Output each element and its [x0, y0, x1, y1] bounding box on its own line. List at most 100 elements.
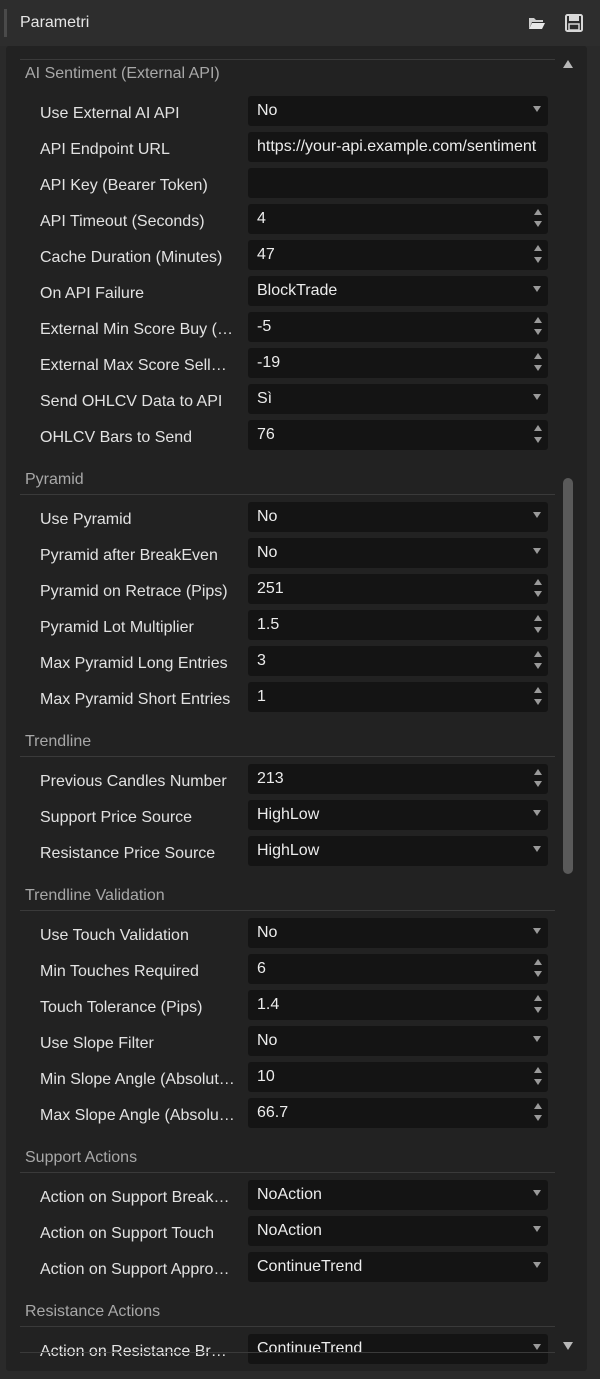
- parameter-dropdown[interactable]: No: [248, 538, 548, 568]
- chevron-down-icon[interactable]: [533, 1036, 541, 1042]
- parameter-number-input[interactable]: 251: [248, 574, 548, 604]
- chevron-down-icon[interactable]: [533, 512, 541, 518]
- parameter-value: 76: [257, 426, 275, 443]
- chevron-down-icon[interactable]: [533, 1262, 541, 1268]
- parameter-value: No: [257, 1032, 278, 1049]
- parameter-text-input[interactable]: https://your-api.example.com/sentiment: [248, 132, 548, 162]
- increment-icon[interactable]: [534, 353, 542, 359]
- decrement-icon[interactable]: [534, 365, 542, 371]
- decrement-icon[interactable]: [534, 627, 542, 633]
- spinner-arrows-icon[interactable]: [534, 317, 542, 337]
- chevron-down-icon[interactable]: [533, 846, 541, 852]
- decrement-icon[interactable]: [534, 1115, 542, 1121]
- spinner-arrows-icon[interactable]: [534, 209, 542, 229]
- parameter-dropdown[interactable]: HighLow: [248, 836, 548, 866]
- spinner-arrows-icon[interactable]: [534, 995, 542, 1015]
- section-divider: [20, 59, 555, 60]
- spinner-arrows-icon[interactable]: [534, 579, 542, 599]
- parameter-label: Cache Duration (Minutes): [40, 249, 223, 266]
- parameter-number-input[interactable]: 213: [248, 764, 548, 794]
- increment-icon[interactable]: [534, 615, 542, 621]
- parameter-dropdown[interactable]: ContinueTrend: [248, 1334, 548, 1364]
- scroll-down-icon[interactable]: [563, 1342, 573, 1350]
- chevron-down-icon[interactable]: [533, 394, 541, 400]
- increment-icon[interactable]: [534, 209, 542, 215]
- parameter-value: No: [257, 102, 278, 119]
- spinner-arrows-icon[interactable]: [534, 425, 542, 445]
- parameter-label: Pyramid on Retrace (Pips): [40, 583, 228, 600]
- chevron-down-icon[interactable]: [533, 1226, 541, 1232]
- decrement-icon[interactable]: [534, 591, 542, 597]
- parameter-dropdown[interactable]: NoAction: [248, 1216, 548, 1246]
- chevron-down-icon[interactable]: [533, 286, 541, 292]
- spinner-arrows-icon[interactable]: [534, 615, 542, 635]
- decrement-icon[interactable]: [534, 221, 542, 227]
- folder-open-icon[interactable]: [528, 14, 546, 32]
- chevron-down-icon[interactable]: [533, 810, 541, 816]
- decrement-icon[interactable]: [534, 781, 542, 787]
- drag-grip[interactable]: [4, 9, 7, 37]
- parameter-value: 6: [257, 960, 266, 977]
- decrement-icon[interactable]: [534, 437, 542, 443]
- parameter-number-input[interactable]: 6: [248, 954, 548, 984]
- increment-icon[interactable]: [534, 687, 542, 693]
- parameter-dropdown[interactable]: No: [248, 1026, 548, 1056]
- chevron-down-icon[interactable]: [533, 1190, 541, 1196]
- increment-icon[interactable]: [534, 651, 542, 657]
- parameter-label: Send OHLCV Data to API: [40, 393, 223, 410]
- spinner-arrows-icon[interactable]: [534, 353, 542, 373]
- parameter-dropdown[interactable]: No: [248, 502, 548, 532]
- spinner-arrows-icon[interactable]: [534, 1067, 542, 1087]
- parameter-dropdown[interactable]: No: [248, 96, 548, 126]
- parameter-dropdown[interactable]: Sì: [248, 384, 548, 414]
- parameter-number-input[interactable]: -5: [248, 312, 548, 342]
- chevron-down-icon[interactable]: [533, 106, 541, 112]
- increment-icon[interactable]: [534, 317, 542, 323]
- spinner-arrows-icon[interactable]: [534, 959, 542, 979]
- spinner-arrows-icon[interactable]: [534, 769, 542, 789]
- chevron-down-icon[interactable]: [533, 1344, 541, 1350]
- parameter-number-input[interactable]: 1.5: [248, 610, 548, 640]
- parameter-number-input[interactable]: 1: [248, 682, 548, 712]
- chevron-down-icon[interactable]: [533, 928, 541, 934]
- increment-icon[interactable]: [534, 995, 542, 1001]
- parameter-dropdown[interactable]: NoAction: [248, 1180, 548, 1210]
- chevron-down-icon[interactable]: [533, 548, 541, 554]
- parameter-label: Action on Support Break…: [40, 1189, 230, 1206]
- spinner-arrows-icon[interactable]: [534, 1103, 542, 1123]
- parameter-number-input[interactable]: 66.7: [248, 1098, 548, 1128]
- increment-icon[interactable]: [534, 959, 542, 965]
- parameter-number-input[interactable]: 10: [248, 1062, 548, 1092]
- parameter-dropdown[interactable]: HighLow: [248, 800, 548, 830]
- increment-icon[interactable]: [534, 1103, 542, 1109]
- parameter-number-input[interactable]: 47: [248, 240, 548, 270]
- increment-icon[interactable]: [534, 769, 542, 775]
- increment-icon[interactable]: [534, 1067, 542, 1073]
- decrement-icon[interactable]: [534, 1079, 542, 1085]
- parameter-number-input[interactable]: 4: [248, 204, 548, 234]
- increment-icon[interactable]: [534, 425, 542, 431]
- decrement-icon[interactable]: [534, 663, 542, 669]
- save-icon[interactable]: [565, 14, 583, 32]
- increment-icon[interactable]: [534, 579, 542, 585]
- parameter-dropdown[interactable]: ContinueTrend: [248, 1252, 548, 1282]
- spinner-arrows-icon[interactable]: [534, 651, 542, 671]
- parameter-number-input[interactable]: 1.4: [248, 990, 548, 1020]
- scroll-up-icon[interactable]: [563, 60, 573, 68]
- parameter-number-input[interactable]: -19: [248, 348, 548, 378]
- scrollbar-thumb[interactable]: [563, 478, 573, 874]
- parameter-number-input[interactable]: 3: [248, 646, 548, 676]
- parameter-label: Previous Candles Number: [40, 773, 227, 790]
- decrement-icon[interactable]: [534, 699, 542, 705]
- decrement-icon[interactable]: [534, 971, 542, 977]
- parameter-text-input[interactable]: [248, 168, 548, 198]
- decrement-icon[interactable]: [534, 257, 542, 263]
- spinner-arrows-icon[interactable]: [534, 687, 542, 707]
- spinner-arrows-icon[interactable]: [534, 245, 542, 265]
- parameter-dropdown[interactable]: BlockTrade: [248, 276, 548, 306]
- increment-icon[interactable]: [534, 245, 542, 251]
- decrement-icon[interactable]: [534, 329, 542, 335]
- parameter-dropdown[interactable]: No: [248, 918, 548, 948]
- parameter-number-input[interactable]: 76: [248, 420, 548, 450]
- decrement-icon[interactable]: [534, 1007, 542, 1013]
